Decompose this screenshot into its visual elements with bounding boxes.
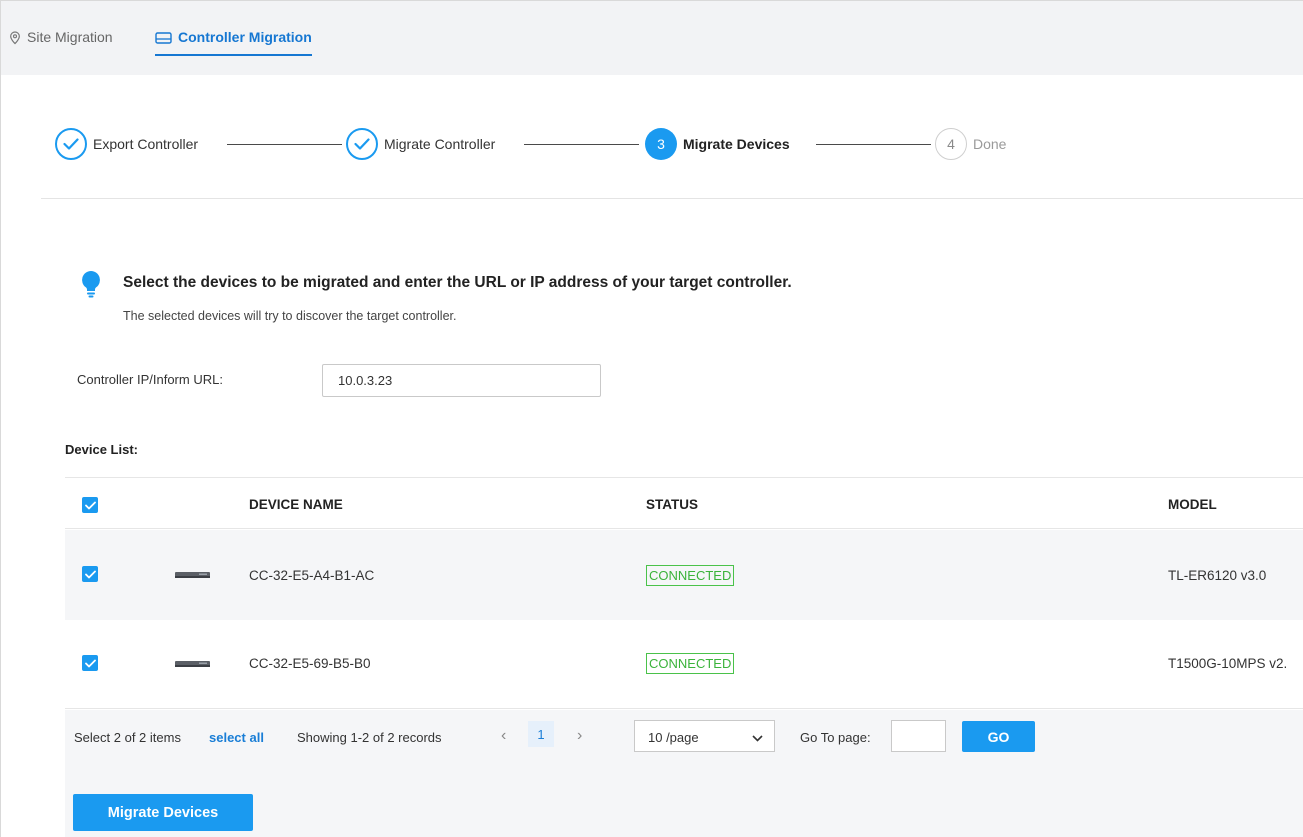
switch-device-icon xyxy=(175,661,210,667)
select-all-link[interactable]: select all xyxy=(209,730,264,745)
chevron-left-icon[interactable]: ‹ xyxy=(501,727,506,745)
controller-icon xyxy=(155,31,172,47)
step-connector xyxy=(816,144,931,145)
step-label: Export Controller xyxy=(93,136,199,152)
step-migrate-devices: 3 Migrate Devices xyxy=(645,128,790,160)
step-label: Done xyxy=(973,136,1007,152)
migrate-devices-button[interactable]: Migrate Devices xyxy=(73,794,253,831)
device-table-header: DEVICE NAME STATUS MODEL xyxy=(65,477,1303,529)
tab-controller-migration-label: Controller Migration xyxy=(178,29,312,45)
column-header-status[interactable]: STATUS xyxy=(646,497,698,512)
controller-ip-input[interactable] xyxy=(322,364,601,397)
location-pin-icon xyxy=(9,31,21,48)
step-label: Migrate Controller xyxy=(384,136,496,152)
selection-count: Select 2 of 2 items xyxy=(74,730,181,745)
device-model: T1500G-10MPS v2. xyxy=(1168,656,1288,671)
step-connector xyxy=(227,144,342,145)
migration-tab-bar: Site Migration Controller Migration xyxy=(1,1,1303,75)
info-subtitle: The selected devices will try to discove… xyxy=(123,309,457,323)
table-row[interactable]: CC-32-E5-69-B5-B0 CONNECTED T1500G-10MPS… xyxy=(65,620,1303,709)
row-checkbox[interactable] xyxy=(82,655,98,671)
step-done: 4 Done xyxy=(935,128,1006,160)
device-list-label: Device List: xyxy=(65,442,138,457)
page-size-select[interactable]: 10 /page xyxy=(634,720,775,752)
table-row[interactable]: CC-32-E5-A4-B1-AC CONNECTED TL-ER6120 v3… xyxy=(65,530,1303,620)
step-export-controller: Export Controller xyxy=(55,128,198,160)
step-connector xyxy=(524,144,639,145)
tab-controller-migration[interactable]: Controller Migration xyxy=(155,29,312,56)
select-all-checkbox[interactable] xyxy=(82,497,98,513)
step-migrate-controller: Migrate Controller xyxy=(346,128,495,160)
router-device-icon xyxy=(175,572,210,578)
goto-page-label: Go To page: xyxy=(800,730,871,745)
table-footer: Select 2 of 2 items select all Showing 1… xyxy=(65,710,1303,837)
goto-page-input[interactable] xyxy=(891,720,946,752)
tab-site-migration-label: Site Migration xyxy=(27,29,113,45)
chevron-right-icon[interactable]: › xyxy=(577,727,582,745)
status-badge: CONNECTED xyxy=(646,653,735,674)
device-name: CC-32-E5-A4-B1-AC xyxy=(249,568,375,583)
lightbulb-icon xyxy=(80,270,102,301)
chevron-down-icon xyxy=(752,730,763,745)
page-number-current[interactable]: 1 xyxy=(528,721,554,747)
page-size-value: 10 /page xyxy=(648,730,699,745)
go-button[interactable]: GO xyxy=(962,721,1035,752)
check-circle-icon xyxy=(55,128,87,160)
step-number-badge: 3 xyxy=(645,128,677,160)
check-circle-icon xyxy=(346,128,378,160)
column-header-model[interactable]: MODEL xyxy=(1168,497,1217,512)
column-header-device-name[interactable]: DEVICE NAME xyxy=(249,497,343,512)
step-label: Migrate Devices xyxy=(683,136,790,152)
info-title: Select the devices to be migrated and en… xyxy=(123,274,792,291)
device-name: CC-32-E5-69-B5-B0 xyxy=(249,656,371,671)
records-summary: Showing 1-2 of 2 records xyxy=(297,730,442,745)
controller-ip-label: Controller IP/Inform URL: xyxy=(77,372,223,387)
migration-stepper: Export Controller Migrate Controller 3 M… xyxy=(41,76,1303,199)
status-badge: CONNECTED xyxy=(646,565,735,586)
row-checkbox[interactable] xyxy=(82,566,98,582)
step-number-badge: 4 xyxy=(935,128,967,160)
device-model: TL-ER6120 v3.0 xyxy=(1168,568,1267,583)
tab-site-migration[interactable]: Site Migration xyxy=(9,29,113,55)
